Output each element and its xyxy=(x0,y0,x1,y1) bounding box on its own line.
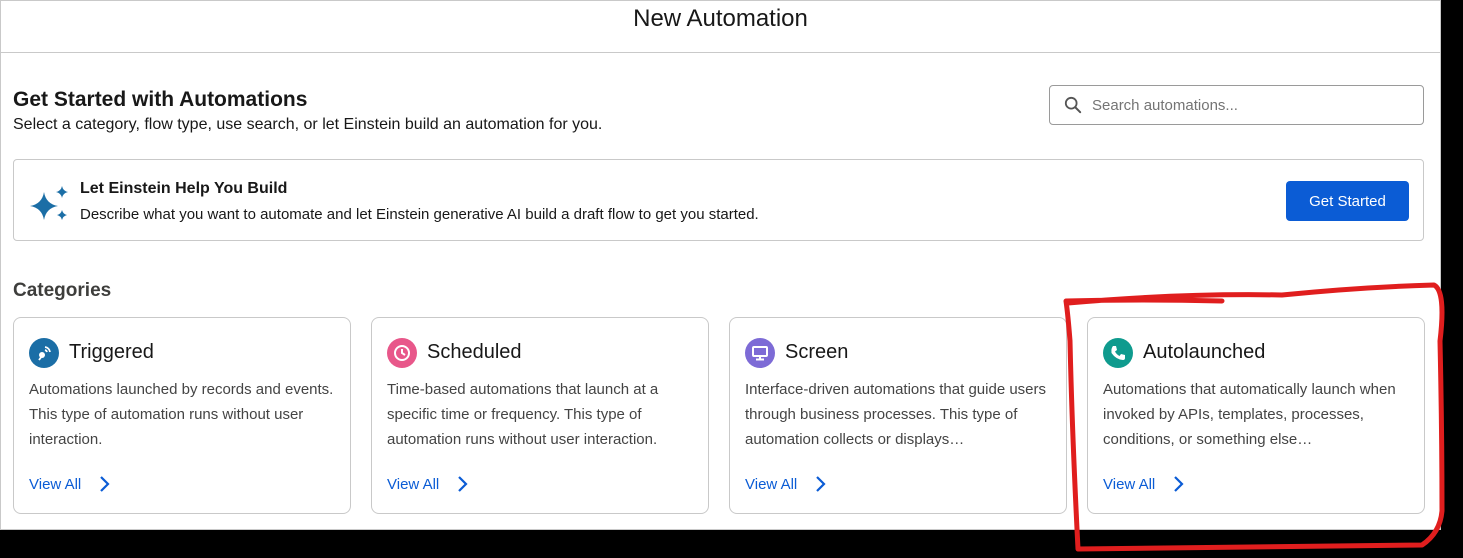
search-input[interactable] xyxy=(1092,96,1412,114)
view-all-link[interactable]: View All xyxy=(1103,475,1185,493)
category-card-screen[interactable]: Screen Interface-driven automations that… xyxy=(729,317,1067,514)
view-all-link[interactable]: View All xyxy=(387,475,469,493)
dialog-title: New Automation xyxy=(633,5,808,32)
clock-icon xyxy=(387,338,417,368)
get-started-button[interactable]: Get Started xyxy=(1286,181,1409,221)
dialog-header: New Automation xyxy=(1,1,1440,53)
einstein-panel: Let Einstein Help You Build Describe wha… xyxy=(13,159,1424,241)
category-card-triggered[interactable]: Triggered Automations launched by record… xyxy=(13,317,351,514)
view-all-label: View All xyxy=(387,475,440,493)
search-box[interactable] xyxy=(1049,85,1424,125)
view-all-label: View All xyxy=(1103,475,1156,493)
categories-heading: Categories xyxy=(13,280,112,301)
page-title: Get Started with Automations xyxy=(13,88,308,111)
category-description: Interface-driven automations that guide … xyxy=(745,381,1047,448)
category-description: Time-based automations that launch at a … xyxy=(387,381,659,448)
monitor-icon xyxy=(745,338,775,368)
view-all-label: View All xyxy=(29,475,82,493)
category-card-scheduled[interactable]: Scheduled Time-based automations that la… xyxy=(371,317,709,514)
view-all-label: View All xyxy=(745,475,798,493)
search-icon xyxy=(1064,96,1082,114)
chevron-right-icon xyxy=(1174,476,1184,492)
intro-section: Get Started with Automations Select a ca… xyxy=(13,87,602,137)
einstein-title: Let Einstein Help You Build xyxy=(80,180,288,197)
category-name: Triggered xyxy=(69,341,154,363)
view-all-link[interactable]: View All xyxy=(745,475,827,493)
chevron-right-icon xyxy=(100,476,110,492)
page-subtitle: Select a category, flow type, use search… xyxy=(13,116,603,133)
chevron-right-icon xyxy=(816,476,826,492)
category-name: Screen xyxy=(785,341,849,363)
category-name: Autolaunched xyxy=(1143,341,1266,363)
einstein-sparkle-icon xyxy=(30,186,68,220)
category-card-autolaunched[interactable]: Autolaunched Automations that automatica… xyxy=(1087,317,1425,514)
category-description: Automations launched by records and even… xyxy=(29,381,334,448)
phone-icon xyxy=(1103,338,1133,368)
view-all-link[interactable]: View All xyxy=(29,475,111,493)
einstein-description: Describe what you want to automate and l… xyxy=(80,206,759,223)
category-name: Scheduled xyxy=(427,341,522,363)
chevron-right-icon xyxy=(458,476,468,492)
triggered-icon xyxy=(29,338,59,368)
new-automation-dialog: New Automation Get Started with Automati… xyxy=(0,0,1441,530)
category-description: Automations that automatically launch wh… xyxy=(1103,381,1396,448)
